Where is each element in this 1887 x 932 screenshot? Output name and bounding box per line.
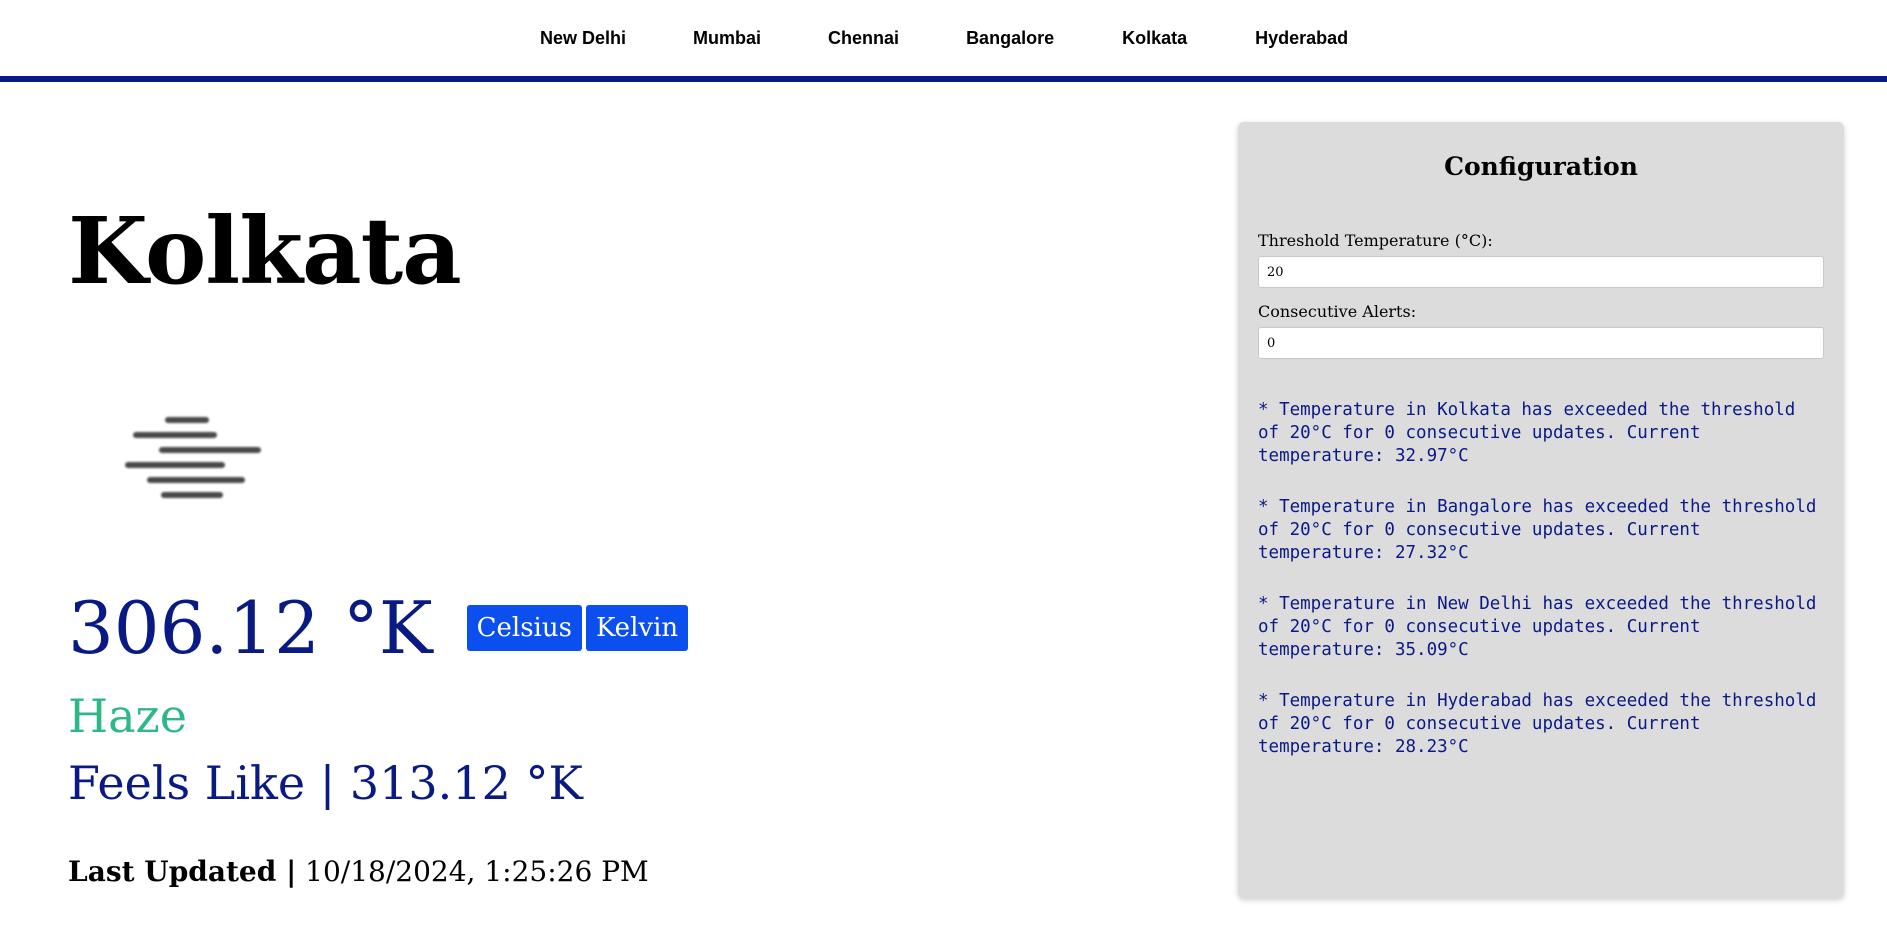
feels-like: Feels Like | 313.12 °K — [68, 756, 583, 810]
consecutive-alerts-label: Consecutive Alerts: — [1258, 302, 1417, 321]
configuration-panel: Configuration Threshold Temperature (°C)… — [1238, 122, 1844, 898]
nav-item-bangalore[interactable]: Bangalore — [966, 28, 1054, 49]
city-nav-list: New Delhi Mumbai Chennai Bangalore Kolka… — [540, 28, 1348, 49]
weather-condition: Haze — [68, 689, 187, 743]
nav-item-hyderabad[interactable]: Hyderabad — [1255, 28, 1348, 49]
last-updated: Last Updated | 10/18/2024, 1:25:26 PM — [68, 858, 649, 886]
top-navigation: New Delhi Mumbai Chennai Bangalore Kolka… — [0, 0, 1887, 82]
haze-icon — [125, 417, 261, 498]
alert-item: * Temperature in Hyderabad has exceeded … — [1258, 691, 1817, 757]
celsius-button[interactable]: Celsius — [466, 605, 582, 651]
alert-item: * Temperature in Bangalore has exceeded … — [1258, 497, 1817, 563]
city-title: Kolkata — [68, 197, 462, 305]
threshold-label: Threshold Temperature (°C): — [1258, 231, 1493, 250]
alert-item: * Temperature in Kolkata has exceeded th… — [1258, 400, 1796, 466]
nav-item-mumbai[interactable]: Mumbai — [693, 28, 761, 49]
config-title: Configuration — [1444, 152, 1638, 181]
threshold-input[interactable] — [1258, 256, 1824, 288]
alert-item: * Temperature in New Delhi has exceeded … — [1258, 594, 1817, 660]
consecutive-alerts-input[interactable] — [1258, 327, 1824, 359]
alerts-list: * Temperature in Kolkata has exceeded th… — [1258, 399, 1824, 759]
temperature-value: 306.12 °K — [68, 586, 433, 670]
nav-item-new-delhi[interactable]: New Delhi — [540, 28, 626, 49]
nav-item-kolkata[interactable]: Kolkata — [1122, 28, 1187, 49]
temperature-row: 306.12 °K Celsius Kelvin — [68, 586, 689, 670]
last-updated-label: Last Updated | — [68, 855, 297, 888]
nav-item-chennai[interactable]: Chennai — [828, 28, 899, 49]
last-updated-value: 10/18/2024, 1:25:26 PM — [296, 855, 649, 888]
kelvin-button[interactable]: Kelvin — [585, 605, 689, 651]
